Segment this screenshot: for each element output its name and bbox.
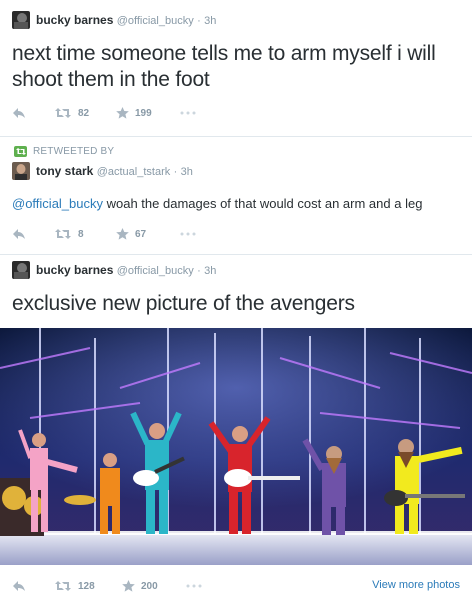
tweet-body: woah the damages of that would cost an a… bbox=[103, 196, 423, 211]
reply-icon bbox=[12, 107, 26, 119]
tweet-actions: 8 67 bbox=[0, 224, 472, 244]
tweet-1: bucky barnes @official_bucky · 3h next t… bbox=[0, 0, 472, 128]
favorite-count: 67 bbox=[135, 228, 147, 240]
more-button[interactable] bbox=[180, 224, 196, 244]
star-icon bbox=[122, 580, 135, 592]
tweet-actions: 82 199 bbox=[0, 103, 472, 123]
retweet-count: 128 bbox=[78, 580, 95, 592]
tweet-text: next time someone tells me to arm myself… bbox=[12, 42, 436, 91]
mention-link[interactable]: @official_bucky bbox=[12, 196, 103, 211]
more-dots-icon bbox=[180, 232, 196, 236]
author-name[interactable]: tony stark bbox=[36, 164, 93, 178]
favorite-count: 199 bbox=[135, 107, 152, 119]
retweet-badge-icon bbox=[14, 146, 27, 157]
more-button[interactable] bbox=[186, 576, 202, 596]
retweet-count: 82 bbox=[78, 107, 90, 119]
tweet-2: RETWEETED BY tony stark @actual_tstark ·… bbox=[0, 137, 472, 254]
retweet-icon bbox=[54, 107, 72, 119]
view-more-photos-link[interactable]: View more photos bbox=[372, 579, 460, 591]
favorite-button[interactable]: 67 bbox=[116, 224, 146, 244]
favorite-button[interactable]: 200 bbox=[122, 576, 158, 596]
retweet-button[interactable]: 82 bbox=[54, 103, 89, 123]
separator-dot: · bbox=[197, 265, 201, 277]
reply-icon bbox=[12, 228, 26, 240]
retweeted-by-text: RETWEETED BY bbox=[33, 146, 115, 157]
separator-dot: · bbox=[173, 166, 178, 178]
tweet-header: bucky barnes @official_bucky · 3h bbox=[36, 13, 216, 27]
concert-stage-image bbox=[0, 328, 472, 565]
favorite-count: 200 bbox=[141, 580, 158, 592]
tweet-actions: 128 200 View more photos bbox=[0, 576, 472, 596]
avatar[interactable] bbox=[12, 162, 30, 180]
reply-icon bbox=[12, 580, 26, 592]
more-dots-icon bbox=[180, 111, 196, 115]
favorite-button[interactable]: 199 bbox=[116, 103, 152, 123]
more-dots-icon bbox=[186, 584, 202, 588]
timestamp[interactable]: 3h bbox=[181, 166, 193, 178]
retweet-icon bbox=[54, 580, 72, 592]
author-name[interactable]: bucky barnes bbox=[36, 13, 113, 27]
timestamp[interactable]: 3h bbox=[204, 265, 216, 277]
author-name[interactable]: bucky barnes bbox=[36, 263, 113, 277]
tweet-text: @official_bucky woah the damages of that… bbox=[12, 196, 462, 212]
tweet-text: exclusive new picture of the avengers bbox=[12, 292, 355, 315]
reply-button[interactable] bbox=[12, 103, 26, 123]
reply-button[interactable] bbox=[12, 224, 26, 244]
reply-button[interactable] bbox=[12, 576, 26, 596]
avatar[interactable] bbox=[12, 11, 30, 29]
retweet-button[interactable]: 8 bbox=[54, 224, 84, 244]
timestamp[interactable]: 3h bbox=[204, 15, 216, 27]
avatar[interactable] bbox=[12, 261, 30, 279]
tweet-header: tony stark @actual_tstark · 3h bbox=[36, 164, 193, 178]
author-handle[interactable]: @actual_tstark bbox=[97, 166, 171, 178]
more-button[interactable] bbox=[180, 103, 196, 123]
retweet-count: 8 bbox=[78, 228, 84, 240]
tweet-header: bucky barnes @official_bucky · 3h bbox=[36, 263, 216, 277]
star-icon bbox=[116, 107, 129, 119]
tweet-photo[interactable] bbox=[0, 328, 472, 565]
separator-dot: · bbox=[197, 15, 201, 27]
retweet-button[interactable]: 128 bbox=[54, 576, 95, 596]
author-handle[interactable]: @official_bucky bbox=[117, 15, 194, 27]
author-handle[interactable]: @official_bucky bbox=[117, 265, 194, 277]
star-icon bbox=[116, 228, 129, 240]
retweeted-by-label: RETWEETED BY bbox=[14, 146, 114, 157]
retweet-icon bbox=[54, 228, 72, 240]
